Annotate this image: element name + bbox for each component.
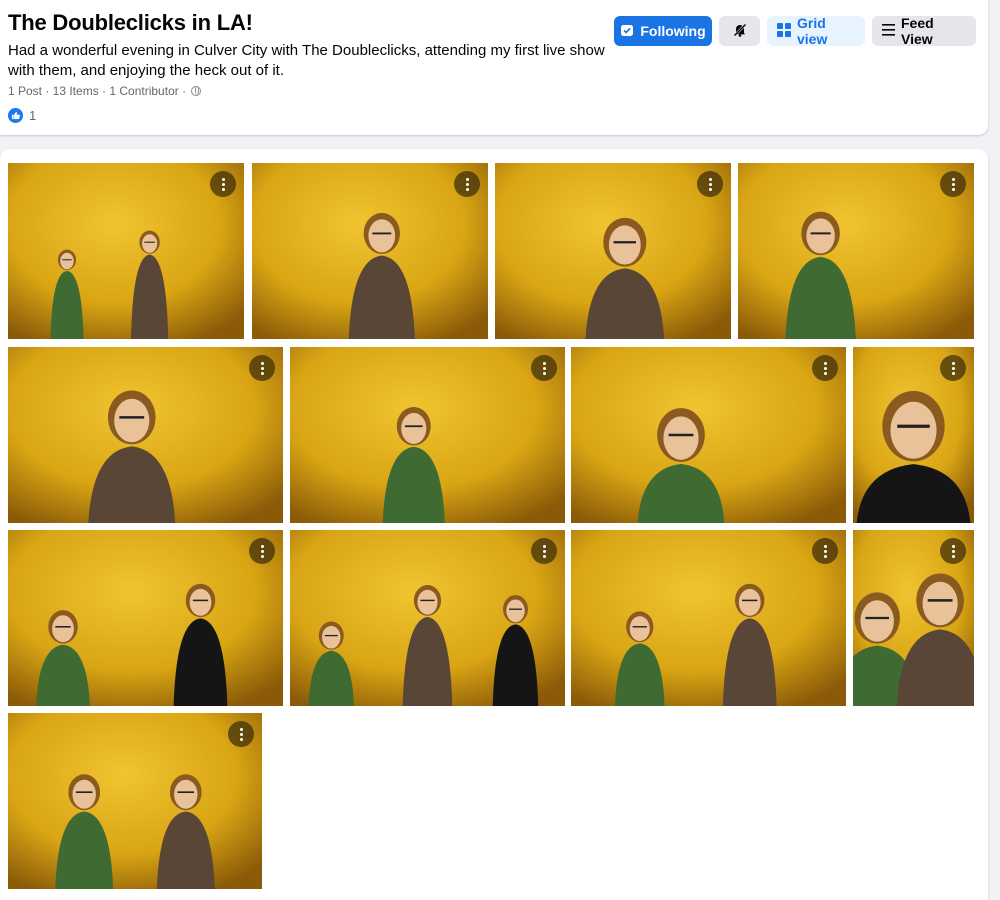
- album-description: Had a wonderful evening in Culver City w…: [8, 42, 605, 79]
- album-meta-text: 1 Post · 13 Items · 1 Contributor ·: [8, 84, 187, 98]
- photo-image: [495, 163, 731, 339]
- photo-image: [8, 713, 262, 889]
- list-icon: [882, 23, 895, 39]
- photo-tile[interactable]: [8, 347, 283, 523]
- album-title: The Doubleclicks in LA!: [8, 10, 253, 35]
- following-button[interactable]: Following: [614, 16, 712, 46]
- photo-tile[interactable]: [738, 163, 974, 339]
- photo-grid: [0, 149, 988, 900]
- grid-view-label: Grid view: [797, 15, 828, 47]
- more-options-icon[interactable]: [940, 355, 966, 381]
- more-options-icon[interactable]: [812, 538, 838, 564]
- reaction-count: 1: [29, 108, 37, 123]
- grid-view-button[interactable]: Grid view: [767, 15, 865, 47]
- photo-image: [290, 347, 565, 523]
- photo-tile[interactable]: [571, 347, 846, 523]
- notifications-button[interactable]: [719, 16, 760, 46]
- photo-tile[interactable]: [495, 163, 731, 339]
- calendar-check-icon: [620, 23, 634, 40]
- globe-icon: [191, 86, 202, 96]
- like-icon: [8, 108, 23, 123]
- photo-image: [290, 530, 565, 706]
- photo-image: [8, 163, 244, 339]
- photo-tile[interactable]: [8, 530, 283, 706]
- more-options-icon[interactable]: [249, 355, 275, 381]
- feed-view-button[interactable]: Feed View: [872, 15, 976, 47]
- more-options-icon[interactable]: [454, 171, 480, 197]
- more-options-icon[interactable]: [210, 171, 236, 197]
- photo-tile[interactable]: [8, 713, 262, 889]
- photo-tile[interactable]: [853, 347, 974, 523]
- photo-image: [252, 163, 488, 339]
- photo-tile[interactable]: [252, 163, 488, 339]
- grid-icon: [777, 22, 791, 40]
- photo-tile[interactable]: [290, 347, 565, 523]
- photo-image: [8, 347, 283, 523]
- photo-tile[interactable]: [853, 530, 974, 706]
- photo-tile[interactable]: [571, 530, 846, 706]
- more-options-icon[interactable]: [228, 721, 254, 747]
- photo-image: [571, 347, 846, 523]
- more-options-icon[interactable]: [940, 171, 966, 197]
- photo-image: [8, 530, 283, 706]
- more-options-icon[interactable]: [249, 538, 275, 564]
- more-options-icon[interactable]: [531, 355, 557, 381]
- following-label: Following: [640, 23, 706, 39]
- photo-tile[interactable]: [8, 163, 244, 339]
- feed-view-label: Feed View: [901, 15, 934, 47]
- reactions-summary[interactable]: 1: [8, 108, 36, 123]
- photo-image: [738, 163, 974, 339]
- more-options-icon[interactable]: [812, 355, 838, 381]
- album-header: The Doubleclicks in LA! Had a wonderful …: [0, 0, 988, 135]
- photo-tile[interactable]: [290, 530, 565, 706]
- album-meta: 1 Post · 13 Items · 1 Contributor ·: [8, 84, 202, 98]
- bell-off-icon: [732, 22, 748, 41]
- more-options-icon[interactable]: [697, 171, 723, 197]
- more-options-icon[interactable]: [940, 538, 966, 564]
- more-options-icon[interactable]: [531, 538, 557, 564]
- photo-image: [571, 530, 846, 706]
- album-actions: Following Grid view Feed View: [614, 15, 976, 47]
